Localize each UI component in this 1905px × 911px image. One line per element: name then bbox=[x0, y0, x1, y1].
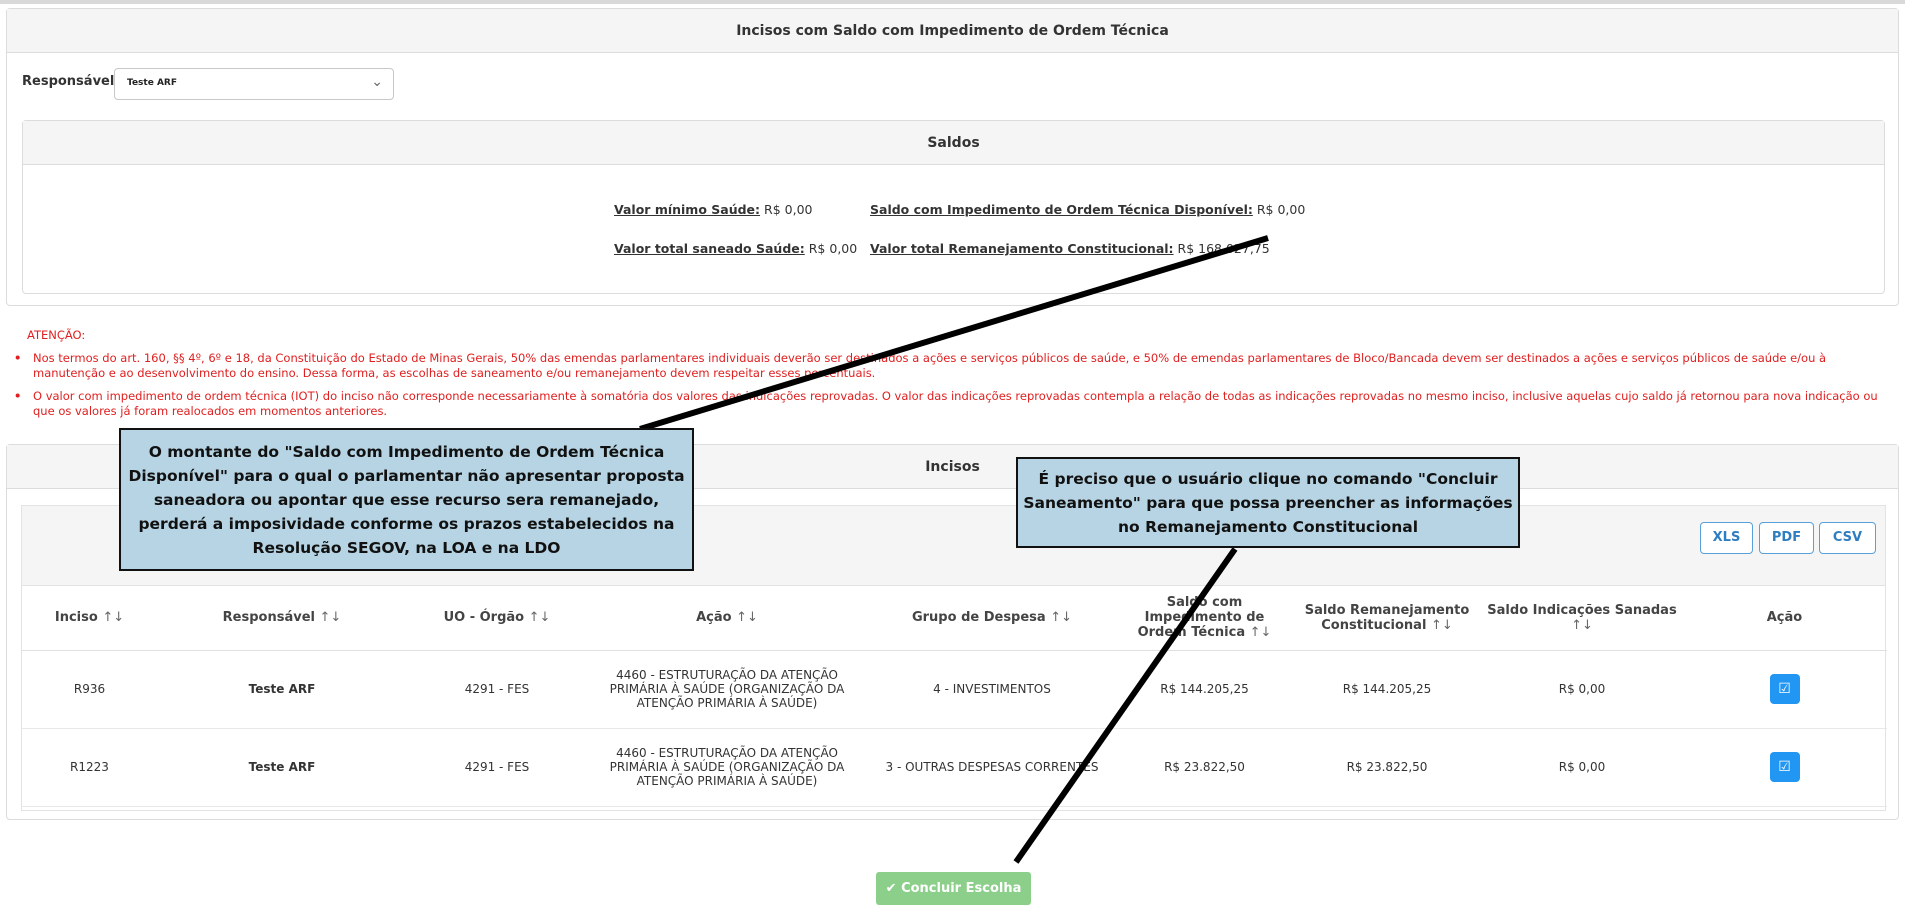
valor-minimo-value: R$ 0,00 bbox=[764, 202, 813, 217]
valor-total-remanejamento: Valor total Remanejamento Constitucional… bbox=[870, 241, 1270, 256]
responsavel-selected-value: Teste ARF bbox=[127, 78, 177, 88]
cell-acao: 4460 - ESTRUTURAÇÃO DA ATENÇÃO PRIMÁRIA … bbox=[587, 728, 867, 807]
attention-text: O valor com impedimento de ordem técnica… bbox=[33, 389, 1878, 418]
valor-minimo-saude: Valor mínimo Saúde: R$ 0,00 bbox=[614, 202, 812, 217]
attention-item: • Nos termos do art. 160, §§ 4º, 6º e 18… bbox=[14, 351, 1884, 381]
cell-grupo: 3 - OUTRAS DESPESAS CORRENTES bbox=[867, 728, 1117, 807]
saldo-iot-label: Saldo com Impedimento de Ordem Técnica D… bbox=[870, 202, 1253, 217]
check-circle-icon: ✔ bbox=[885, 881, 897, 896]
cell-uo: 4291 - FES bbox=[407, 728, 587, 807]
col-saldo-indicacoes[interactable]: Saldo Indicações Sanadas ↑↓ bbox=[1482, 586, 1682, 651]
chevron-down-icon: ⌄ bbox=[371, 74, 383, 90]
cell-saldo-rem: R$ 144.205,25 bbox=[1292, 650, 1482, 729]
cell-grupo: 4 - INVESTIMENTOS bbox=[867, 650, 1117, 729]
sort-icon: ↑↓ bbox=[102, 610, 125, 626]
responsavel-select[interactable]: Teste ARF ⌄ bbox=[114, 68, 394, 100]
export-csv-button[interactable]: CSV bbox=[1819, 522, 1876, 554]
cell-saldo-iot: R$ 23.822,50 bbox=[1117, 728, 1292, 807]
panel-title: Incisos com Saldo com Impedimento de Ord… bbox=[7, 9, 1898, 53]
saldo-iot-disponivel: Saldo com Impedimento de Ordem Técnica D… bbox=[870, 202, 1305, 217]
cell-uo: 4291 - FES bbox=[407, 650, 587, 729]
table-row: R936 Teste ARF 4291 - FES 4460 - ESTRUTU… bbox=[22, 650, 1887, 729]
concluir-escolha-button[interactable]: ✔ Concluir Escolha bbox=[876, 872, 1031, 905]
cell-responsavel: Teste ARF bbox=[157, 728, 407, 807]
saldo-iot-value: R$ 0,00 bbox=[1256, 202, 1306, 217]
sort-icon: ↑↓ bbox=[736, 610, 758, 626]
cell-saldo-ind: R$ 0,00 bbox=[1482, 650, 1682, 729]
export-pdf-button[interactable]: PDF bbox=[1759, 522, 1814, 554]
col-uo-orgao[interactable]: UO - Órgão ↑↓ bbox=[407, 586, 587, 651]
table-row: R1223 Teste ARF 4291 - FES 4460 - ESTRUT… bbox=[22, 728, 1887, 807]
cell-saldo-ind: R$ 0,00 bbox=[1482, 728, 1682, 807]
bullet-icon: • bbox=[14, 389, 22, 403]
cell-action: ☑ bbox=[1682, 650, 1887, 729]
valor-saneado-label: Valor total saneado Saúde: bbox=[614, 241, 805, 256]
valor-minimo-label: Valor mínimo Saúde: bbox=[614, 202, 761, 217]
col-acao[interactable]: Ação ↑↓ bbox=[587, 586, 867, 651]
attention-title: ATENÇÃO: bbox=[27, 328, 86, 342]
sort-icon: ↑↓ bbox=[1430, 617, 1453, 633]
sort-icon: ↑↓ bbox=[1571, 617, 1593, 633]
sort-icon: ↑↓ bbox=[1249, 625, 1272, 641]
sort-icon: ↑↓ bbox=[319, 610, 342, 626]
saldos-title: Saldos bbox=[23, 121, 1884, 165]
col-grupo-despesa[interactable]: Grupo de Despesa ↑↓ bbox=[867, 586, 1117, 651]
cell-responsavel: Teste ARF bbox=[157, 650, 407, 729]
valor-remanejamento-value: R$ 168.027,75 bbox=[1177, 241, 1270, 256]
export-xls-button[interactable]: XLS bbox=[1700, 522, 1753, 554]
cell-acao: 4460 - ESTRUTURAÇÃO DA ATENÇÃO PRIMÁRIA … bbox=[587, 650, 867, 729]
sort-icon: ↑↓ bbox=[1050, 610, 1073, 626]
cell-inciso: R1223 bbox=[22, 728, 157, 807]
attention-item: • O valor com impedimento de ordem técni… bbox=[14, 389, 1884, 419]
bullet-icon: • bbox=[14, 351, 22, 365]
top-bar bbox=[0, 0, 1905, 4]
valor-saneado-value: R$ 0,00 bbox=[808, 241, 858, 256]
col-saldo-remanejamento[interactable]: Saldo Remanejamento Constitucional ↑↓ bbox=[1292, 586, 1482, 651]
table-header-row: Inciso ↑↓ Responsável ↑↓ UO - Órgão ↑↓ A… bbox=[22, 586, 1887, 651]
concluir-escolha-label: Concluir Escolha bbox=[901, 881, 1022, 896]
incisos-table: Inciso ↑↓ Responsável ↑↓ UO - Órgão ↑↓ A… bbox=[22, 586, 1887, 807]
cell-saldo-rem: R$ 23.822,50 bbox=[1292, 728, 1482, 807]
cell-action: ☑ bbox=[1682, 728, 1887, 807]
edit-check-icon[interactable]: ☑ bbox=[1769, 674, 1800, 704]
edit-check-icon[interactable]: ☑ bbox=[1769, 752, 1800, 782]
valor-remanejamento-label: Valor total Remanejamento Constitucional… bbox=[870, 241, 1174, 256]
attention-text: Nos termos do art. 160, §§ 4º, 6º e 18, … bbox=[33, 351, 1827, 380]
col-inciso[interactable]: Inciso ↑↓ bbox=[22, 586, 157, 651]
sort-icon: ↑↓ bbox=[528, 610, 551, 626]
valor-total-saneado: Valor total saneado Saúde: R$ 0,00 bbox=[614, 241, 857, 256]
cell-saldo-iot: R$ 144.205,25 bbox=[1117, 650, 1292, 729]
col-acao-botao: Ação bbox=[1682, 586, 1887, 651]
col-saldo-iot[interactable]: Saldo com Impedimento de Ordem Técnica ↑… bbox=[1117, 586, 1292, 651]
col-responsavel[interactable]: Responsável ↑↓ bbox=[157, 586, 407, 651]
callout-saldo-iot: O montante do "Saldo com Impedimento de … bbox=[119, 428, 694, 571]
callout-concluir-saneamento: É preciso que o usuário clique no comand… bbox=[1016, 457, 1520, 548]
responsavel-label: Responsável: bbox=[22, 74, 120, 89]
cell-inciso: R936 bbox=[22, 650, 157, 729]
